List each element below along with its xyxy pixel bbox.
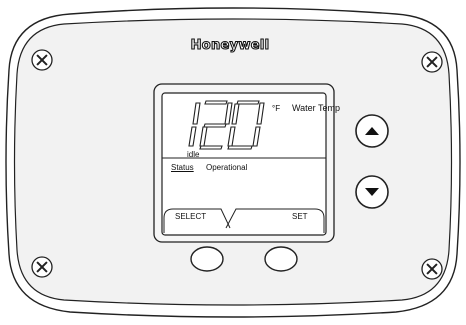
screw-icon: [31, 256, 53, 278]
thermostat-panel: Honeywell °F Water Temp 120 idle Status …: [0, 0, 466, 325]
status-value: Operational: [206, 163, 248, 172]
softkey-select-label: SELECT: [175, 212, 207, 221]
screw-icon: [421, 258, 443, 280]
mode-indicator: idle: [187, 150, 200, 159]
brand-logo: Honeywell: [190, 37, 270, 53]
left-softkey-button[interactable]: [190, 246, 224, 272]
screw-icon: [31, 49, 53, 71]
parameter-label: Water Temp: [292, 103, 341, 113]
screw-icon: [421, 51, 443, 73]
status-label: Status: [171, 163, 194, 172]
down-arrow-button[interactable]: [355, 175, 389, 209]
up-arrow-button[interactable]: [355, 114, 389, 148]
temperature-unit: °F: [272, 104, 281, 113]
right-softkey-button[interactable]: [264, 246, 298, 272]
softkey-set-label: SET: [292, 212, 308, 221]
